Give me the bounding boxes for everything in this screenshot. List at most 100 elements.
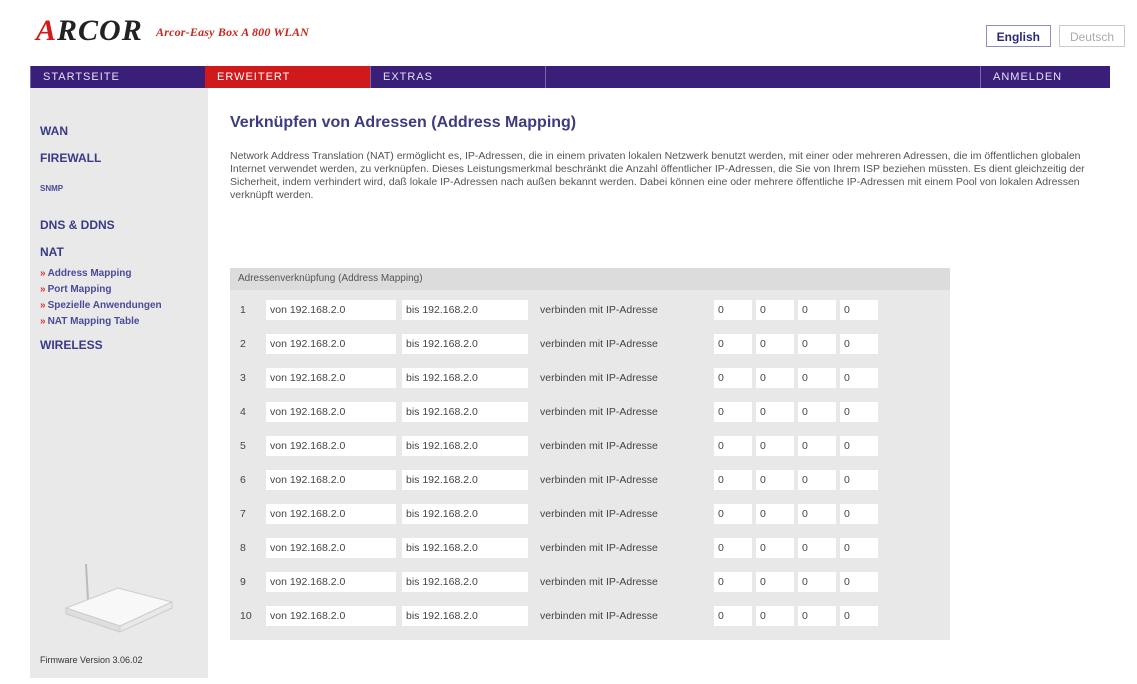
from-ip-field[interactable]: von 192.168.2.0 [266,572,396,592]
from-ip-field[interactable]: von 192.168.2.0 [266,402,396,422]
nav-advanced[interactable]: ERWEITERT [205,66,370,88]
public-ip-octet-3[interactable]: 0 [798,334,836,354]
public-ip-octet-3[interactable]: 0 [798,402,836,422]
public-ip-octet-1[interactable]: 0 [714,538,752,558]
from-ip-field[interactable]: von 192.168.2.0 [266,606,396,626]
public-ip-octet-2[interactable]: 0 [756,470,794,490]
public-ip-octet-2[interactable]: 0 [756,334,794,354]
from-ip-field[interactable]: von 192.168.2.0 [266,470,396,490]
public-ip-octet-2[interactable]: 0 [756,402,794,422]
arrow-icon: » [40,268,46,279]
public-ip-octet-2[interactable]: 0 [756,572,794,592]
public-ip-octet-1[interactable]: 0 [714,572,752,592]
to-ip-field[interactable]: bis 192.168.2.0 [402,504,528,524]
to-ip-field[interactable]: bis 192.168.2.0 [402,300,528,320]
from-ip-field[interactable]: von 192.168.2.0 [266,334,396,354]
connect-label: verbinden mit IP-Adresse [540,440,658,452]
public-ip-octet-1[interactable]: 0 [714,436,752,456]
nav-home[interactable]: STARTSEITE [30,66,205,88]
public-ip-octet-4[interactable]: 0 [840,504,878,524]
public-ip-octet-1[interactable]: 0 [714,334,752,354]
public-ip-octet-3[interactable]: 0 [798,470,836,490]
table-row: 3 von 192.168.2.0 bis 192.168.2.0 verbinden… [230,368,950,388]
table-row: 6 von 192.168.2.0 bis 192.168.2.0 verbinden… [230,470,950,490]
public-ip-octet-2[interactable]: 0 [756,368,794,388]
public-ip-octet-2[interactable]: 0 [756,504,794,524]
sidebar-item-dns[interactable]: DNS & DDNS [40,218,115,232]
header: ARCOR Arcor-Easy Box A 800 WLAN English … [0,0,1137,66]
public-ip-octet-1[interactable]: 0 [714,470,752,490]
public-ip-octet-1[interactable]: 0 [714,368,752,388]
public-ip-octet-4[interactable]: 0 [840,300,878,320]
row-number: 1 [240,304,246,316]
public-ip-octet-4[interactable]: 0 [840,402,878,422]
public-ip-octet-1[interactable]: 0 [714,300,752,320]
arrow-icon: » [40,300,46,311]
public-ip-octet-2[interactable]: 0 [756,436,794,456]
connect-label: verbinden mit IP-Adresse [540,406,658,418]
public-ip-octet-4[interactable]: 0 [840,538,878,558]
table-row: 9 von 192.168.2.0 bis 192.168.2.0 verbinden… [230,572,950,592]
deutsch-button[interactable]: Deutsch [1058,25,1125,47]
public-ip-octet-1[interactable]: 0 [714,402,752,422]
main-nav: STARTSEITE ERWEITERT EXTRAS ANMELDEN [30,66,1110,88]
public-ip-octet-4[interactable]: 0 [840,470,878,490]
public-ip-octet-4[interactable]: 0 [840,334,878,354]
public-ip-octet-2[interactable]: 0 [756,606,794,626]
to-ip-field[interactable]: bis 192.168.2.0 [402,436,528,456]
public-ip-octet-3[interactable]: 0 [798,368,836,388]
english-button[interactable]: English [985,25,1051,47]
public-ip-octet-4[interactable]: 0 [840,572,878,592]
from-ip-field[interactable]: von 192.168.2.0 [266,368,396,388]
public-ip-octet-2[interactable]: 0 [756,300,794,320]
public-ip-octet-4[interactable]: 0 [840,368,878,388]
connect-label: verbinden mit IP-Adresse [540,576,658,588]
public-ip-octet-3[interactable]: 0 [798,606,836,626]
sidebar-subitem-port-mapping[interactable]: » Port Mapping [40,284,111,295]
intro-text: Network Address Translation (NAT) ermögl… [230,150,1085,201]
public-ip-octet-3[interactable]: 0 [798,300,836,320]
connect-label: verbinden mit IP-Adresse [540,542,658,554]
table-row: 4 von 192.168.2.0 bis 192.168.2.0 verbinden… [230,402,950,422]
to-ip-field[interactable]: bis 192.168.2.0 [402,572,528,592]
sidebar-item-wan[interactable]: WAN [40,124,68,138]
to-ip-field[interactable]: bis 192.168.2.0 [402,368,528,388]
public-ip-octet-3[interactable]: 0 [798,538,836,558]
nav-extras[interactable]: EXTRAS [370,66,545,88]
to-ip-field[interactable]: bis 192.168.2.0 [402,538,528,558]
to-ip-field[interactable]: bis 192.168.2.0 [402,402,528,422]
row-number: 6 [240,474,246,486]
to-ip-field[interactable]: bis 192.168.2.0 [402,470,528,490]
public-ip-octet-3[interactable]: 0 [798,436,836,456]
public-ip-octet-3[interactable]: 0 [798,572,836,592]
sidebar-item-snmp[interactable]: SNMP [40,184,63,193]
sidebar-subitem-nat-table[interactable]: » NAT Mapping Table [40,316,139,327]
sidebar-item-nat[interactable]: NAT [40,245,64,259]
public-ip-octet-4[interactable]: 0 [840,606,878,626]
connect-label: verbinden mit IP-Adresse [540,610,658,622]
row-number: 3 [240,372,246,384]
page-title: Verknüpfen von Adressen (Address Mapping… [230,114,577,131]
public-ip-octet-1[interactable]: 0 [714,606,752,626]
from-ip-field[interactable]: von 192.168.2.0 [266,436,396,456]
from-ip-field[interactable]: von 192.168.2.0 [266,300,396,320]
from-ip-field[interactable]: von 192.168.2.0 [266,538,396,558]
arrow-icon: » [40,316,46,327]
sidebar-subitem-address-mapping[interactable]: » Address Mapping [40,268,131,279]
to-ip-field[interactable]: bis 192.168.2.0 [402,606,528,626]
from-ip-field[interactable]: von 192.168.2.0 [266,504,396,524]
public-ip-octet-4[interactable]: 0 [840,436,878,456]
row-number: 9 [240,576,246,588]
table-row: 1 von 192.168.2.0 bis 192.168.2.0 verbinden… [230,300,950,320]
to-ip-field[interactable]: bis 192.168.2.0 [402,334,528,354]
sidebar-item-firewall[interactable]: FIREWALL [40,151,101,165]
sidebar-subitem-special-apps[interactable]: » Spezielle Anwendungen [40,300,162,311]
address-mapping-table: Adressenverknüpfung (Address Mapping) 1 v… [230,268,950,640]
public-ip-octet-2[interactable]: 0 [756,538,794,558]
public-ip-octet-1[interactable]: 0 [714,504,752,524]
connect-label: verbinden mit IP-Adresse [540,304,658,316]
connect-label: verbinden mit IP-Adresse [540,338,658,350]
sidebar-item-wireless[interactable]: WIRELESS [40,338,103,352]
nav-login[interactable]: ANMELDEN [980,66,1110,88]
public-ip-octet-3[interactable]: 0 [798,504,836,524]
